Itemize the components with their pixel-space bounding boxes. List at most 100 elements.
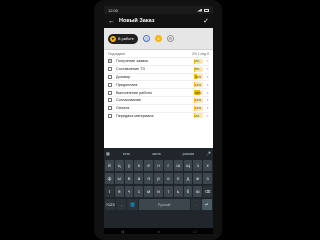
gear-icon[interactable]: ⚙	[166, 35, 174, 42]
checkbox[interactable]	[108, 67, 112, 72]
subtask-label: Выполнение работы	[116, 90, 153, 95]
letter-key[interactable]: у	[124, 160, 134, 171]
letter-key[interactable]: э	[203, 173, 212, 184]
checkbox[interactable]	[108, 90, 112, 95]
clock-icon[interactable]: ◷	[142, 35, 150, 42]
checkbox[interactable]	[108, 98, 112, 103]
globe-icon[interactable]: 🌐	[127, 199, 138, 210]
remove-icon[interactable]: ×	[206, 75, 209, 79]
progress-badge: 68%	[194, 90, 203, 96]
letter-key[interactable]: л	[173, 173, 183, 184]
letter-key[interactable]: о	[163, 173, 173, 184]
letter-key[interactable]: д	[183, 173, 193, 184]
letter-key[interactable]: с	[134, 186, 144, 197]
subtask-row[interactable]: Согласование 12% ×	[108, 95, 209, 104]
comma-key[interactable]: ,	[116, 199, 127, 210]
checkbox[interactable]	[108, 74, 112, 79]
subtask-row[interactable]: Выполнение работы 68% ×	[108, 88, 209, 96]
checkbox[interactable]	[108, 113, 112, 118]
space-key[interactable]: Русский	[138, 199, 190, 210]
suggestion-bar: ▦ есть часть россии 🎤	[104, 148, 213, 159]
check-icon[interactable]: ✓	[203, 18, 209, 25]
letter-key[interactable]: м	[144, 186, 154, 197]
progress-badge: 2%	[194, 58, 203, 64]
letter-key[interactable]: ю	[193, 186, 203, 197]
remove-icon[interactable]: ×	[206, 59, 209, 63]
status-chip[interactable]: ➤ В работе	[108, 33, 138, 44]
letter-key[interactable]: т	[163, 186, 173, 197]
letter-key[interactable]: я	[114, 186, 124, 197]
progress-text: 68%	[195, 90, 202, 95]
remove-icon[interactable]: ×	[206, 83, 209, 87]
progress-text: 2%	[195, 59, 200, 64]
subtask-row[interactable]: Предоплата 12% ×	[108, 80, 209, 88]
letter-key[interactable]: х	[203, 160, 212, 171]
progress-text: 12%	[195, 106, 202, 111]
list-header-title: Подзадачи	[108, 51, 126, 56]
letter-key[interactable]: з	[193, 160, 203, 171]
letter-key[interactable]: ь	[173, 186, 183, 197]
recents-nav-icon[interactable]: □	[194, 229, 196, 234]
subtask-row[interactable]: ✓ Получение заявок 2% ×	[108, 57, 209, 65]
home-nav-icon[interactable]: ○	[158, 229, 160, 234]
letter-key[interactable]: р	[154, 173, 163, 184]
subtask-row[interactable]: Оплата 12% ×	[108, 103, 209, 112]
microphone-icon[interactable]: 🎤	[205, 151, 211, 156]
checkbox[interactable]	[108, 82, 112, 87]
letter-key[interactable]: ч	[124, 186, 134, 197]
list-header: Подзадачи 2% 1 нед 6	[108, 50, 209, 57]
subtask-row[interactable]: Договор 32% ×	[108, 72, 209, 81]
letter-key[interactable]: к	[134, 160, 144, 171]
subtask-label: Передача материала	[116, 113, 154, 118]
letter-key[interactable]: г	[163, 160, 173, 171]
suggestion-word[interactable]: часть	[152, 152, 161, 156]
period-key[interactable]: .	[190, 199, 201, 210]
subtask-list: Подзадачи 2% 1 нед 6 ✓ Получение заявок 2%…	[104, 50, 213, 119]
backspace-key[interactable]: ⌫	[203, 186, 212, 197]
letter-key[interactable]: щ	[183, 160, 193, 171]
remove-icon[interactable]: ×	[206, 91, 209, 95]
progress-badge: 2%	[194, 113, 203, 119]
letter-key[interactable]: б	[183, 186, 193, 197]
subtask-row[interactable]: Передача материала 2% ×	[108, 111, 209, 120]
letter-key[interactable]: ф	[105, 173, 114, 184]
remove-icon[interactable]: ×	[206, 114, 209, 118]
remove-icon[interactable]: ×	[206, 67, 209, 71]
letter-key[interactable]: ы	[114, 173, 124, 184]
checkbox[interactable]	[108, 106, 112, 111]
progress-text: 5%	[195, 67, 200, 72]
status-chip-label: В работе	[118, 36, 134, 41]
letter-key[interactable]: е	[144, 160, 154, 171]
rocket-icon: ➤	[110, 35, 116, 42]
progress-text: 12%	[195, 82, 202, 87]
progress-text: 32%	[195, 74, 202, 79]
status-icons	[197, 8, 209, 12]
coin-icon[interactable]: $	[154, 35, 162, 42]
suggestion-word[interactable]: россии	[183, 152, 195, 156]
subtask-label: Предоплата	[116, 82, 138, 87]
subtask-label: Получение заявок	[116, 59, 149, 64]
subtask-row[interactable]: Составление ТЗ 5% ×	[108, 64, 209, 73]
letter-key[interactable]: в	[124, 173, 134, 184]
remove-icon[interactable]: ×	[206, 106, 209, 110]
letter-key[interactable]: ш	[173, 160, 183, 171]
letter-key[interactable]: н	[154, 160, 163, 171]
letter-key[interactable]: и	[154, 186, 163, 197]
shift-key[interactable]: ⇧	[105, 186, 114, 197]
suggestion-word[interactable]: есть	[123, 152, 130, 156]
letter-key[interactable]: п	[144, 173, 154, 184]
page-title: Новый Заказ	[119, 18, 155, 24]
arrow-left-icon[interactable]: ←	[108, 18, 115, 25]
phone-screen: 12:00 ← Новый Заказ ✓ ➤ В работе ◷ $ ⚙ П…	[104, 6, 213, 234]
letter-key[interactable]: ц	[114, 160, 124, 171]
enter-key[interactable]: ↵	[201, 199, 213, 210]
checkbox[interactable]: ✓	[108, 59, 112, 64]
letter-key[interactable]: а	[134, 173, 144, 184]
symbols-key[interactable]: ?123	[105, 199, 116, 210]
back-nav-icon[interactable]: ◁	[121, 229, 124, 234]
keyboard: ▦ есть часть россии 🎤 йцукенгшщзх фывапрол…	[104, 148, 213, 234]
letter-key[interactable]: ж	[193, 173, 203, 184]
progress-text: 2%	[195, 113, 200, 118]
letter-key[interactable]: й	[105, 160, 114, 171]
remove-icon[interactable]: ×	[206, 98, 209, 102]
